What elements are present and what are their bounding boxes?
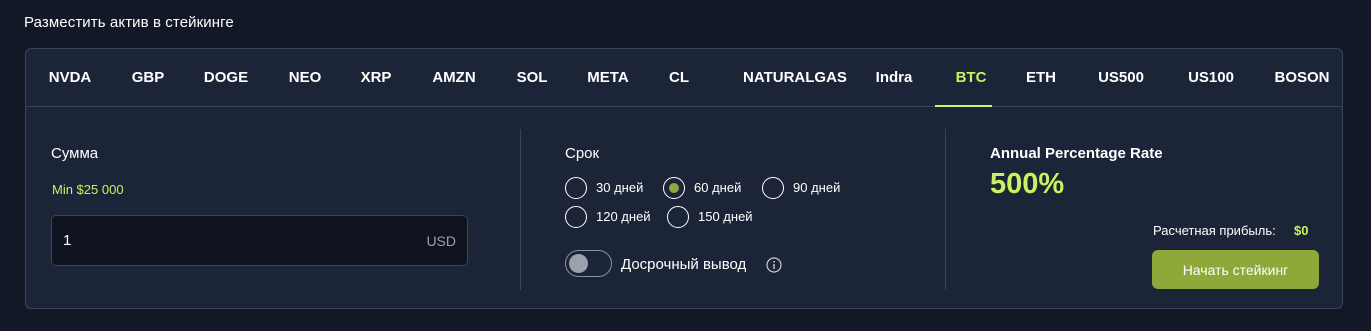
estimated-profit-value: $0: [1294, 223, 1309, 238]
term-label: Срок: [565, 145, 600, 162]
term-option-120[interactable]: 120 дней: [565, 206, 655, 230]
tab-indra[interactable]: Indra: [876, 49, 913, 107]
radio-circle[interactable]: [565, 177, 587, 199]
min-amount-label: Min $25 000: [52, 182, 124, 197]
tab-sol[interactable]: SOL: [517, 49, 548, 107]
term-option-150[interactable]: 150 дней: [667, 206, 762, 230]
tab-naturalgas[interactable]: NATURALGAS: [743, 49, 847, 107]
staking-page: Разместить актив в стейкинге NVDA GBP DO…: [0, 0, 1371, 331]
amount-label: Сумма: [51, 145, 99, 162]
staking-card: NVDA GBP DOGE NEO XRP AMZN SOL META CL N…: [25, 48, 1343, 309]
amount-input[interactable]: 1 USD: [51, 215, 468, 266]
tab-xrp[interactable]: XRP: [361, 49, 392, 107]
term-option-label: 150 дней: [698, 209, 753, 224]
tab-us100[interactable]: US100: [1188, 49, 1234, 107]
term-option-90[interactable]: 90 дней: [762, 177, 852, 201]
radio-circle-checked[interactable]: [663, 177, 685, 199]
start-staking-button[interactable]: Начать стейкинг: [1152, 250, 1319, 289]
tab-gbp[interactable]: GBP: [132, 49, 165, 107]
tab-cl[interactable]: CL: [669, 49, 689, 107]
radio-circle[interactable]: [667, 206, 689, 228]
tab-meta[interactable]: META: [587, 49, 628, 107]
apr-value: 500%: [990, 168, 1065, 200]
tab-nvda[interactable]: NVDA: [49, 49, 92, 107]
info-icon[interactable]: [766, 257, 782, 273]
column-divider: [520, 129, 521, 290]
term-option-label: 120 дней: [596, 209, 651, 224]
page-title: Разместить актив в стейкинге: [24, 14, 234, 31]
estimated-profit-label: Расчетная прибыль:: [1153, 223, 1276, 238]
tab-amzn[interactable]: AMZN: [432, 49, 475, 107]
tab-us500[interactable]: US500: [1098, 49, 1144, 107]
tab-eth[interactable]: ETH: [1026, 49, 1056, 107]
radio-circle[interactable]: [762, 177, 784, 199]
early-withdrawal-toggle[interactable]: [565, 250, 612, 277]
column-divider: [945, 129, 946, 290]
apr-title: Annual Percentage Rate: [990, 145, 1163, 162]
amount-currency: USD: [426, 233, 456, 249]
tab-boson[interactable]: BOSON: [1274, 49, 1329, 107]
tab-neo[interactable]: NEO: [289, 49, 322, 107]
tab-doge[interactable]: DOGE: [204, 49, 248, 107]
early-withdrawal-label: Досрочный вывод: [621, 256, 747, 273]
radio-circle[interactable]: [565, 206, 587, 228]
term-option-label: 90 дней: [793, 180, 841, 195]
tab-btc[interactable]: BTC: [956, 49, 987, 107]
term-option-30[interactable]: 30 дней: [565, 177, 645, 201]
term-option-label: 60 дней: [694, 180, 742, 195]
active-tab-indicator: [935, 105, 992, 107]
asset-tabs: NVDA GBP DOGE NEO XRP AMZN SOL META CL N…: [26, 49, 1342, 107]
toggle-knob: [569, 254, 588, 273]
amount-value[interactable]: 1: [63, 232, 71, 249]
term-option-60[interactable]: 60 дней: [663, 177, 753, 201]
term-option-label: 30 дней: [596, 180, 644, 195]
